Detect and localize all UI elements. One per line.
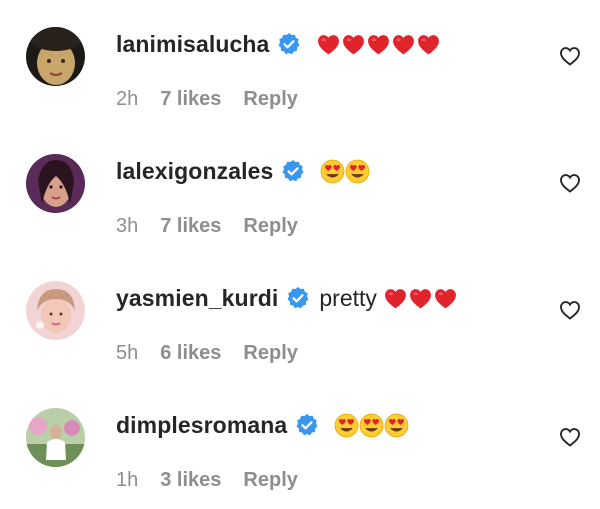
comment-text-body: pretty (319, 284, 377, 311)
avatar[interactable] (26, 408, 85, 467)
like-heart-icon[interactable] (558, 44, 582, 68)
comment-text: pretty (319, 285, 458, 312)
username[interactable]: yasmien_kurdi (116, 285, 278, 312)
comment-time: 1h (116, 469, 139, 491)
reply-button[interactable]: Reply (243, 215, 297, 238)
red-heart-icon (410, 288, 431, 308)
reply-button[interactable]: Reply (243, 88, 297, 111)
heart-eyes-emoji-icon (359, 413, 384, 437)
like-heart-icon[interactable] (558, 298, 582, 322)
red-heart-icon (385, 288, 406, 308)
heart-eyes-emoji-icon (384, 413, 409, 437)
username[interactable]: dimplesromana (116, 412, 287, 439)
reply-button[interactable]: Reply (243, 469, 297, 492)
comment-meta: 5h 6 likes Reply (116, 342, 320, 365)
likes-count[interactable]: 6 likes (160, 342, 221, 365)
red-heart-icon (418, 34, 440, 54)
likes-count[interactable]: 7 likes (160, 215, 221, 238)
verified-badge-icon (295, 413, 319, 437)
heart-eyes-emoji-icon (320, 159, 345, 183)
red-heart-icon (393, 34, 415, 54)
red-heart-icon (343, 34, 365, 54)
like-heart-icon[interactable] (558, 171, 582, 195)
heart-eyes-emoji-icon (345, 159, 370, 183)
reply-button[interactable]: Reply (243, 342, 297, 365)
emoji-group (383, 286, 458, 311)
comment-item: lanimisalucha 2h 7 likes Reply (0, 0, 600, 127)
emoji-group (320, 159, 370, 184)
comment-line: dimplesromana (116, 409, 409, 441)
comment-time: 3h (116, 215, 139, 237)
comment-text (328, 413, 409, 438)
red-heart-icon (318, 34, 340, 54)
comment-meta: 2h 7 likes Reply (116, 88, 320, 111)
likes-count[interactable]: 7 likes (160, 88, 221, 111)
comment-text (314, 159, 370, 184)
comment-meta: 3h 7 likes Reply (116, 215, 320, 238)
comment-item: dimplesromana 1h 3 likes Reply (0, 381, 600, 508)
verified-badge-icon (286, 286, 310, 310)
username[interactable]: lanimisalucha (116, 31, 269, 58)
comment-line: yasmien_kurdi pretty (116, 282, 458, 314)
verified-badge-icon (277, 32, 301, 56)
avatar[interactable] (26, 281, 85, 340)
emoji-group (334, 413, 409, 438)
comment-item: lalexigonzales 3h 7 likes Reply (0, 127, 600, 254)
comment-meta: 1h 3 likes Reply (116, 469, 320, 492)
like-heart-icon[interactable] (558, 425, 582, 449)
comment-text (310, 32, 441, 57)
comment-line: lalexigonzales (116, 155, 370, 187)
red-heart-icon (368, 34, 390, 54)
red-heart-icon (435, 288, 456, 308)
avatar[interactable] (26, 154, 85, 213)
avatar[interactable] (26, 27, 85, 86)
emoji-group (316, 32, 441, 57)
likes-count[interactable]: 3 likes (160, 469, 221, 492)
comment-time: 2h (116, 88, 139, 110)
comment-item: yasmien_kurdi pretty 5h 6 likes Reply (0, 254, 600, 381)
heart-eyes-emoji-icon (334, 413, 359, 437)
verified-badge-icon (281, 159, 305, 183)
comment-time: 5h (116, 342, 139, 364)
username[interactable]: lalexigonzales (116, 158, 273, 185)
comment-line: lanimisalucha (116, 28, 441, 60)
